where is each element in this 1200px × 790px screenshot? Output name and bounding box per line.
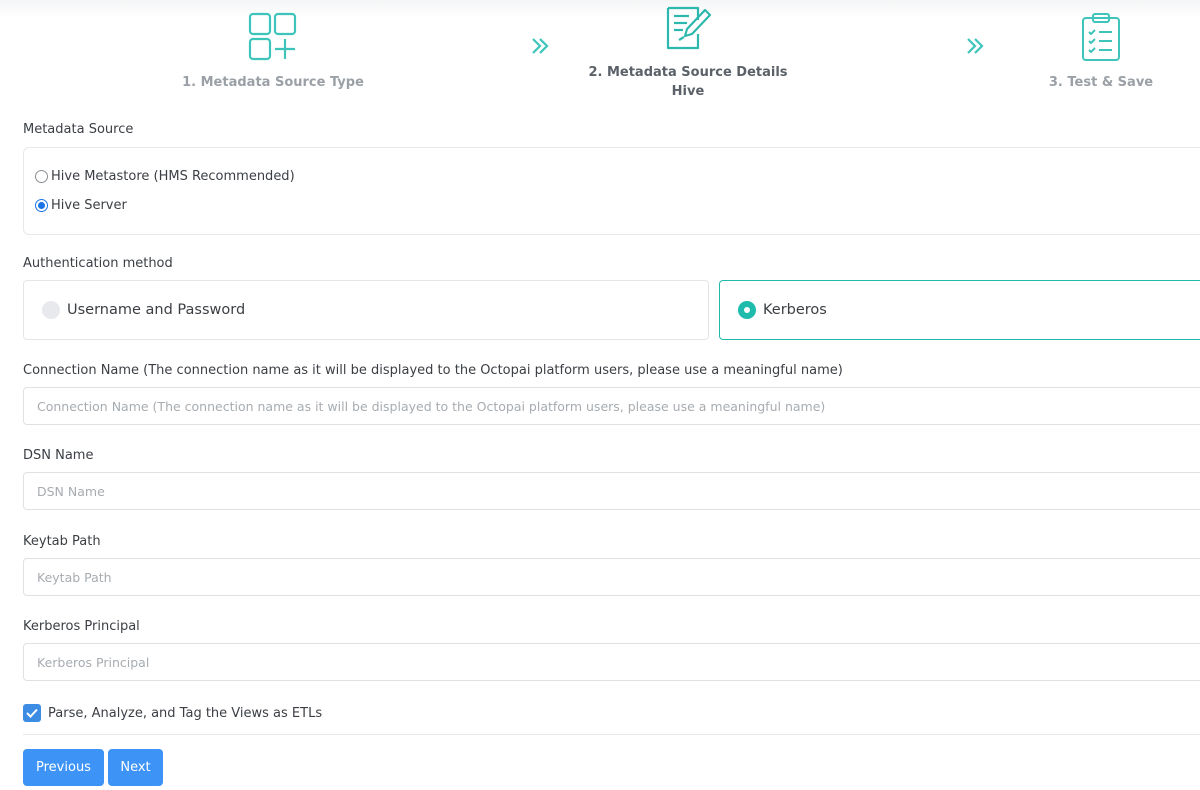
parse-views-label: Parse, Analyze, and Tag the Views as ETL… xyxy=(48,705,323,721)
double-chevron-right-icon xyxy=(967,38,984,54)
kerberos-principal-input[interactable] xyxy=(23,643,1200,681)
step-test-and-save[interactable]: 3. Test & Save xyxy=(1021,12,1181,92)
keytab-path-input[interactable] xyxy=(23,558,1200,596)
parse-views-option[interactable]: Parse, Analyze, and Tag the Views as ETL… xyxy=(23,704,322,722)
metadata-source-label: Metadata Source xyxy=(23,122,134,137)
kerberos-principal-label: Kerberos Principal xyxy=(23,619,140,634)
radio-hive-server[interactable]: Hive Server xyxy=(35,198,127,213)
radio-hive-metastore[interactable]: Hive Metastore (HMS Recommended) xyxy=(35,169,295,184)
auth-option-kerberos[interactable]: Kerberos xyxy=(719,280,1200,340)
auth-option-label: Username and Password xyxy=(67,302,246,318)
radio-button[interactable] xyxy=(35,199,48,212)
wizard-stepper: 1. Metadata Source Type 2. Metadata Sour… xyxy=(0,0,1200,110)
dsn-name-input[interactable] xyxy=(23,472,1200,510)
grid-plus-icon xyxy=(248,12,297,61)
radio-label: Hive Server xyxy=(51,198,127,213)
auth-radio[interactable] xyxy=(42,301,60,319)
step-metadata-source-details[interactable]: 2. Metadata Source Details Hive xyxy=(573,2,803,101)
clipboard-checklist-icon xyxy=(1082,13,1120,61)
divider xyxy=(23,734,1200,735)
checkmark-icon xyxy=(26,708,38,718)
step-metadata-source-type[interactable]: 1. Metadata Source Type xyxy=(173,12,373,92)
authentication-method-label: Authentication method xyxy=(23,256,173,271)
dsn-name-label: DSN Name xyxy=(23,448,94,463)
metadata-source-options: Hive Metastore (HMS Recommended) Hive Se… xyxy=(23,147,1200,235)
step-label: 2. Metadata Source Details xyxy=(588,65,788,80)
next-button[interactable]: Next xyxy=(108,749,163,786)
radio-label: Hive Metastore (HMS Recommended) xyxy=(51,169,295,184)
auth-radio[interactable] xyxy=(738,301,756,319)
double-chevron-right-icon xyxy=(532,38,549,54)
auth-option-username-password[interactable]: Username and Password xyxy=(23,280,709,340)
radio-button[interactable] xyxy=(35,170,48,183)
step-label: 3. Test & Save xyxy=(1048,75,1154,90)
connection-name-input[interactable] xyxy=(23,387,1200,425)
parse-views-checkbox[interactable] xyxy=(23,704,41,722)
edit-document-icon xyxy=(666,6,712,50)
keytab-path-label: Keytab Path xyxy=(23,534,101,549)
step-sublabel: Hive xyxy=(671,84,705,99)
connection-name-label: Connection Name (The connection name as … xyxy=(23,363,843,378)
auth-option-label: Kerberos xyxy=(763,302,827,318)
step-label: 1. Metadata Source Type xyxy=(182,75,364,90)
previous-button[interactable]: Previous xyxy=(23,749,104,786)
